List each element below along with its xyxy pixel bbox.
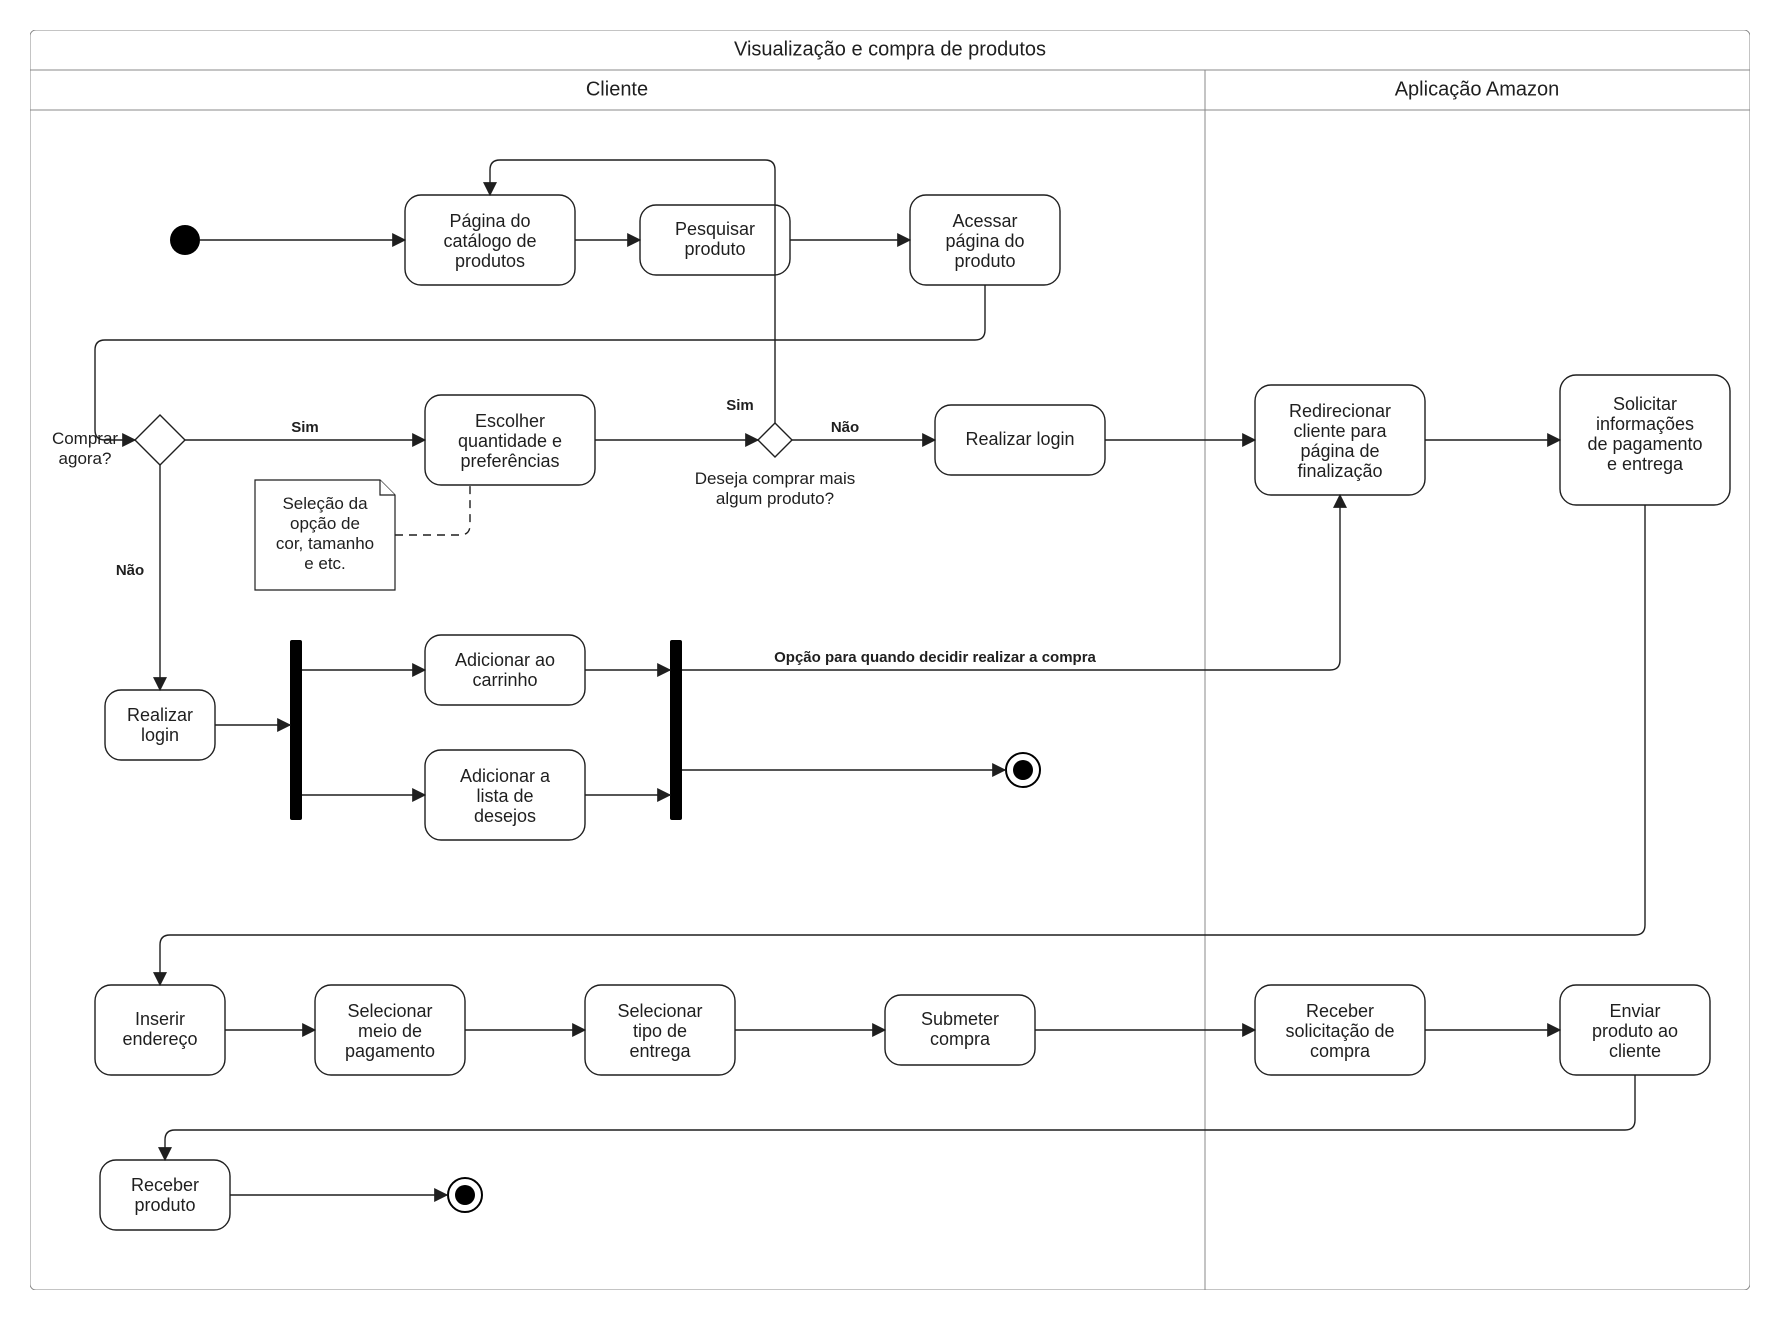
svg-text:Deseja comprar maisalgum produ: Deseja comprar maisalgum produto? bbox=[695, 469, 856, 508]
fork-bar bbox=[290, 640, 302, 820]
activity-pesquisar: Pesquisarproduto bbox=[640, 205, 790, 275]
activity-selecionar-meio: Selecionarmeio depagamento bbox=[315, 985, 465, 1075]
label-opcao-compra: Opção para quando decidir realizar a com… bbox=[774, 649, 1096, 666]
svg-text:Página docatálogo deprodutos: Página docatálogo deprodutos bbox=[443, 211, 536, 271]
activity-submeter: Submetercompra bbox=[885, 995, 1035, 1065]
edge-enviar-receberproduto bbox=[165, 1075, 1635, 1160]
activity-escolher: Escolherquantidade epreferências bbox=[425, 395, 595, 485]
lane-aplicacao-title: Aplicação Amazon bbox=[1395, 78, 1560, 100]
label-sim-1: Sim bbox=[291, 419, 319, 436]
join-bar bbox=[670, 640, 682, 820]
activity-solicitar-info: Solicitarinformaçõesde pagamentoe entreg… bbox=[1560, 375, 1730, 505]
activity-receber-solicitacao: Recebersolicitação decompra bbox=[1255, 985, 1425, 1075]
final-node-1 bbox=[1006, 753, 1040, 787]
decision-comprar-agora: Compraragora? bbox=[52, 415, 185, 468]
activity-redirecionar: Redirecionarcliente parapágina definaliz… bbox=[1255, 385, 1425, 495]
final-node-2 bbox=[448, 1178, 482, 1212]
svg-text:Selecionarmeio depagamento: Selecionarmeio depagamento bbox=[345, 1001, 435, 1061]
label-nao-2: Não bbox=[116, 562, 144, 579]
label-sim-2: Sim bbox=[726, 397, 754, 414]
svg-text:Compraragora?: Compraragora? bbox=[52, 429, 118, 468]
activity-enviar-produto: Enviarproduto aocliente bbox=[1560, 985, 1710, 1075]
svg-text:Pesquisarproduto: Pesquisarproduto bbox=[675, 219, 755, 259]
activity-login-bottom: Realizarlogin bbox=[105, 690, 215, 760]
activity-catalogo: Página docatálogo deprodutos bbox=[405, 195, 575, 285]
activity-login-top: Realizar login bbox=[935, 405, 1105, 475]
activity-add-desejos: Adicionar alista dedesejos bbox=[425, 750, 585, 840]
edge-note-escolher bbox=[395, 485, 470, 535]
activity-add-carrinho: Adicionar aocarrinho bbox=[425, 635, 585, 705]
svg-text:Submetercompra: Submetercompra bbox=[921, 1009, 999, 1049]
note-selecao: Seleção daopção decor, tamanhoe etc. bbox=[255, 480, 395, 590]
activity-selecionar-tipo: Selecionartipo deentrega bbox=[585, 985, 735, 1075]
edge-join-redirecionar bbox=[682, 495, 1340, 670]
svg-text:Realizar login: Realizar login bbox=[965, 429, 1074, 449]
activity-receber-produto: Receberproduto bbox=[100, 1160, 230, 1230]
activity-inserir-endereco: Inserirendereço bbox=[95, 985, 225, 1075]
lane-cliente-title: Cliente bbox=[586, 78, 648, 100]
svg-text:Redirecionarcliente parapágina: Redirecionarcliente parapágina definaliz… bbox=[1289, 401, 1391, 481]
activity-acessar: Acessarpágina doproduto bbox=[910, 195, 1060, 285]
svg-text:Receberproduto: Receberproduto bbox=[131, 1175, 199, 1215]
activity-diagram: Visualização e compra de produtos Client… bbox=[30, 30, 1750, 1290]
label-nao-1: Não bbox=[831, 419, 859, 436]
svg-text:Acessarpágina doproduto: Acessarpágina doproduto bbox=[945, 211, 1024, 271]
initial-node bbox=[170, 225, 200, 255]
pool-title: Visualização e compra de produtos bbox=[734, 38, 1046, 60]
